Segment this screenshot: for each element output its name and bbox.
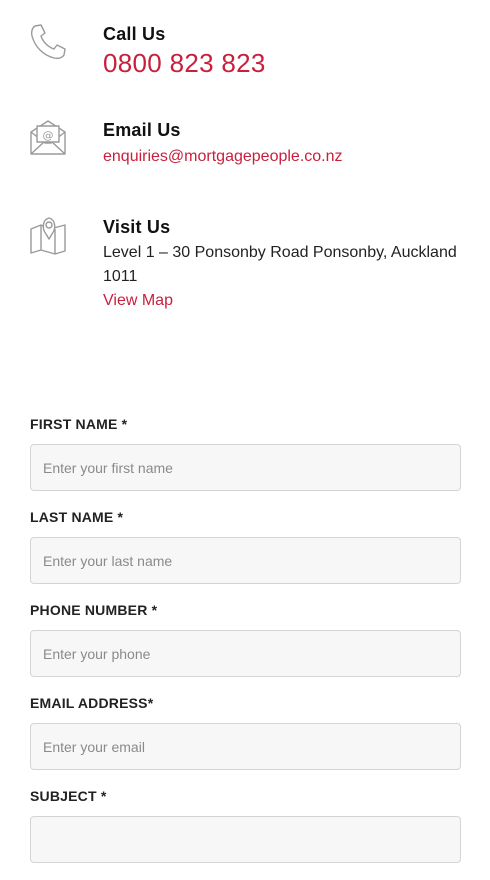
address-text: Level 1 – 30 Ponsonby Road Ponsonby, Auc… — [103, 241, 470, 289]
phone-input[interactable] — [30, 630, 461, 677]
call-us-section: Call Us 0800 823 823 — [0, 20, 490, 90]
subject-input[interactable] — [30, 816, 461, 863]
first-name-input[interactable] — [30, 444, 461, 491]
contact-form: FIRST NAME * LAST NAME * PHONE NUMBER * … — [30, 414, 461, 879]
first-name-label: FIRST NAME * — [30, 416, 128, 432]
call-us-heading: Call Us — [103, 24, 166, 44]
phone-number-link[interactable]: 0800 823 823 — [103, 48, 470, 78]
svg-text:@: @ — [43, 129, 54, 142]
subject-label: SUBJECT * — [30, 788, 107, 804]
email-label: EMAIL ADDRESS* — [30, 695, 154, 711]
view-map-link[interactable]: View Map — [103, 289, 173, 313]
envelope-icon: @ — [28, 118, 68, 158]
email-us-section: @ Email Us enquiries@mortgagepeople.co.n… — [0, 118, 490, 178]
last-name-label: LAST NAME * — [30, 509, 124, 525]
phone-label: PHONE NUMBER * — [30, 602, 158, 618]
last-name-input[interactable] — [30, 537, 461, 584]
visit-us-heading: Visit Us — [103, 217, 171, 237]
address-line-2: 1011 — [103, 268, 138, 285]
map-pin-icon — [28, 215, 68, 255]
email-input[interactable] — [30, 723, 461, 770]
visit-us-section: Visit Us Level 1 – 30 Ponsonby Road Pons… — [0, 215, 490, 315]
email-link[interactable]: enquiries@mortgagepeople.co.nz — [103, 145, 343, 169]
email-us-heading: Email Us — [103, 120, 181, 140]
phone-icon — [28, 22, 68, 62]
address-line-1: Level 1 – 30 Ponsonby Road Ponsonby, Auc… — [103, 244, 457, 261]
